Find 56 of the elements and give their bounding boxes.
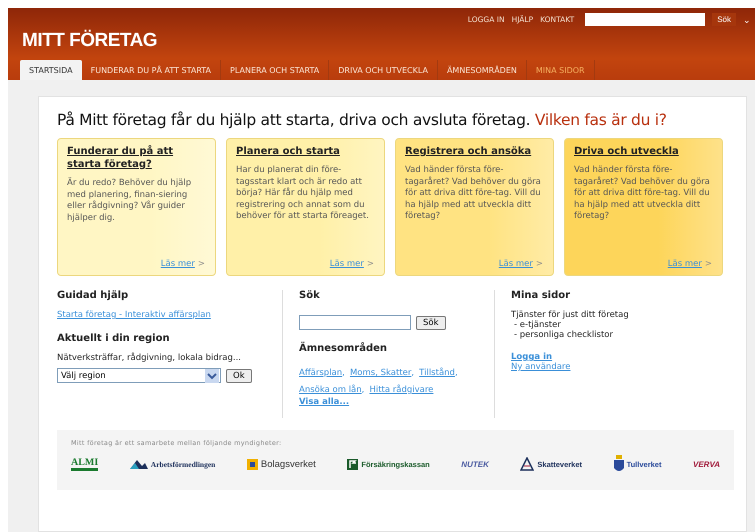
search-field[interactable] bbox=[299, 315, 411, 330]
topic-link[interactable]: Hitta rådgivare bbox=[369, 383, 434, 397]
agency-logo-text[interactable]: NUTEK bbox=[461, 460, 489, 468]
dropdown-icon bbox=[205, 368, 219, 382]
ok-button[interactable]: Ok bbox=[226, 368, 252, 382]
card-text: Har du planerat din före-tagsstart klart och är redo att börja? Här får du hjälp med registrering och annat som du behöver för att starta föreaget. bbox=[236, 165, 370, 223]
section-title: Mina sidor bbox=[511, 290, 570, 301]
login-link[interactable]: Logga in bbox=[511, 352, 552, 362]
section-title: Aktuellt i din region bbox=[57, 333, 170, 344]
services-text: Tjänster för just ditt företag bbox=[511, 310, 629, 320]
square-icon bbox=[246, 458, 258, 470]
separator-comma: , bbox=[411, 368, 414, 378]
region-text: Nätverksträffar, rådgivning, lokala bidrag... bbox=[57, 353, 241, 363]
card-title-link[interactable]: Registrera och ansöka bbox=[405, 145, 543, 158]
topic-link[interactable]: Ansöka om lån bbox=[299, 383, 362, 397]
separator-comma: , bbox=[454, 368, 458, 378]
arrow-glyph: > bbox=[536, 259, 543, 269]
flag-icon bbox=[347, 458, 358, 470]
agency-logo-text[interactable]: Bolagsverket bbox=[260, 458, 316, 470]
nav-tab[interactable]: STARTSIDA bbox=[20, 60, 82, 80]
service-item: - personliga checklistor bbox=[513, 330, 613, 340]
card-title-link[interactable]: Planera och starta bbox=[236, 145, 374, 158]
menu-caret[interactable]: ⌄ bbox=[743, 14, 755, 24]
arrow-glyph: > bbox=[366, 259, 374, 269]
read-more-link[interactable]: Läs mer bbox=[160, 259, 195, 269]
show-all-link[interactable]: Visa alla... bbox=[299, 397, 350, 407]
topic-link[interactable]: Affärsplan bbox=[299, 366, 342, 380]
guide-link[interactable]: Starta företag - Interaktiv affärsplan bbox=[57, 310, 211, 320]
new-user-link[interactable]: Ny användare bbox=[511, 362, 570, 372]
separator-comma: , bbox=[342, 368, 345, 378]
card-title-link[interactable]: Funderar du på att starta företag? bbox=[67, 145, 205, 171]
arrow-glyph: > bbox=[704, 259, 712, 269]
topic-link[interactable]: Moms, Skatter bbox=[350, 366, 412, 380]
headline: På Mitt företag får du hjälp att starta, driva och avsluta företag. Vilken fas är du i? bbox=[57, 111, 668, 129]
pyramid-icon bbox=[520, 457, 534, 471]
topic-link[interactable]: Tillstånd bbox=[419, 366, 455, 380]
search-button[interactable]: Sök bbox=[416, 316, 446, 330]
separator-comma: , bbox=[362, 385, 364, 395]
section-title: Sök bbox=[299, 290, 320, 301]
mountain-icon bbox=[130, 459, 148, 469]
section-title: Ämnesområden bbox=[299, 343, 388, 354]
agency-logo-text[interactable]: ALMI bbox=[71, 457, 98, 471]
crest-icon bbox=[614, 455, 624, 473]
site-logo[interactable]: MITT FÖRETAG bbox=[22, 30, 158, 52]
card-text: Vad händer första före-tagaråret? Vad behöver du göra för att driva ditt före-tag. Vill du ha hjälp med att utveckla ditt företag? bbox=[574, 165, 711, 223]
section-title: Guidad hjälp bbox=[57, 290, 128, 301]
card-text: Vad händer första före-tagaråret? Vad behöver du göra för att driva ditt före-tag. Vill du ha hjälp med att utveckla ditt företag? bbox=[405, 165, 542, 223]
service-item: - e-tjänster bbox=[513, 320, 561, 330]
arrow-glyph: > bbox=[198, 259, 205, 269]
agency-logo-text[interactable]: VERVA bbox=[693, 460, 720, 468]
read-more-link[interactable]: Läs mer bbox=[330, 259, 364, 269]
search-field[interactable] bbox=[585, 13, 706, 26]
search-button[interactable]: Sök bbox=[712, 13, 736, 26]
card-title-link[interactable]: Driva och utveckla bbox=[574, 145, 712, 158]
region-select[interactable]: Välj region bbox=[57, 368, 221, 383]
card-text: Är du redo? Behöver du hjälp med planering, finan-siering eller rådgivning? Vår guider hjälper dig. bbox=[67, 178, 192, 224]
